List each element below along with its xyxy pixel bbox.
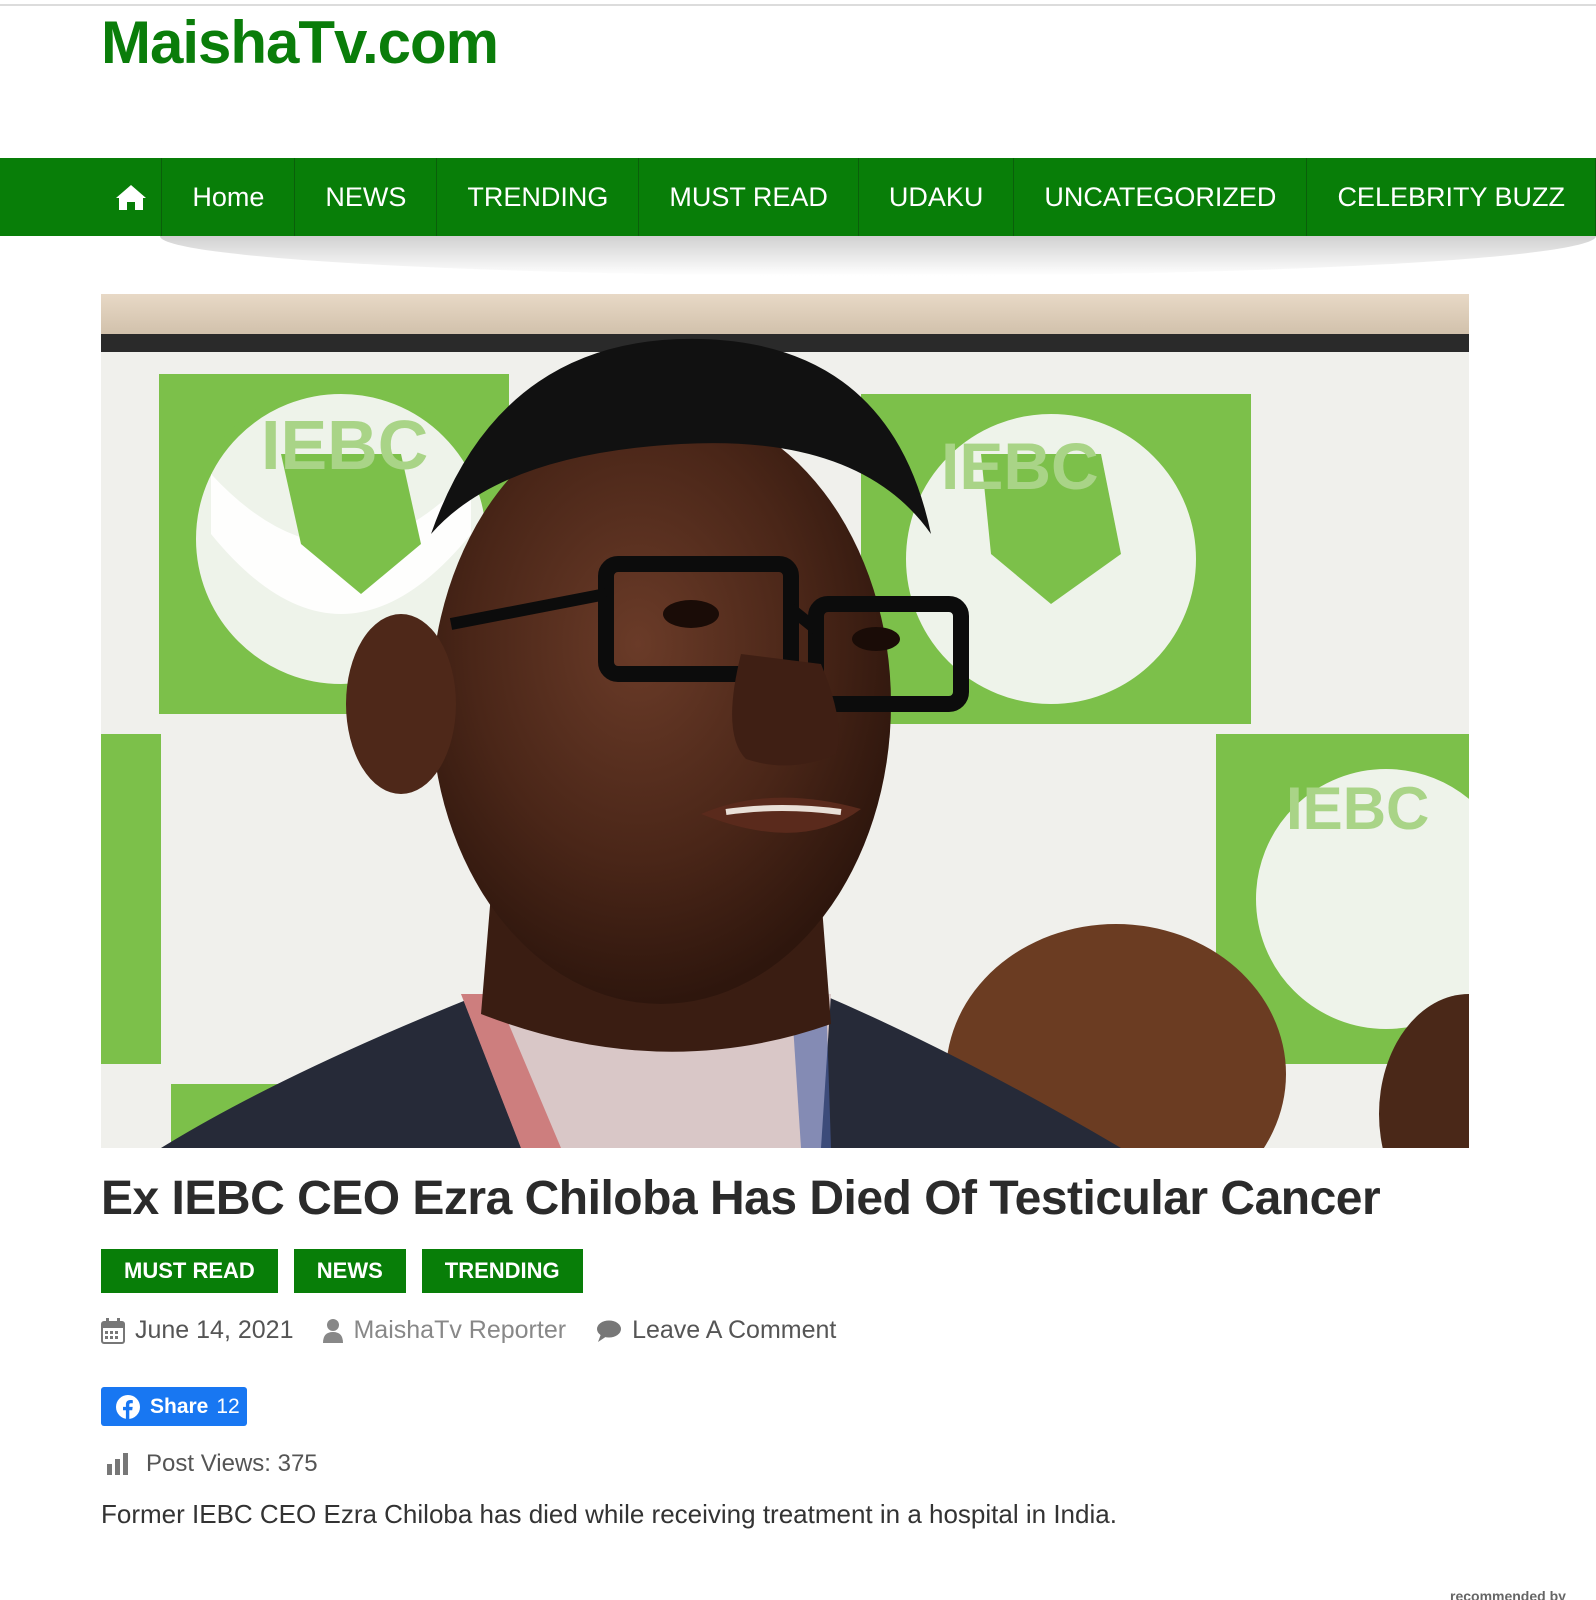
post-views: Post Views: 375 — [106, 1450, 318, 1478]
article-author-text: MaishaTv Reporter — [353, 1316, 567, 1344]
article-category-tags: MUST READ NEWS TRENDING — [101, 1249, 583, 1293]
site-logo-title[interactable]: MaishaTv.com — [101, 8, 499, 78]
portrait-photo: IEBC IEBC IEBC — [101, 294, 1469, 1148]
calendar-icon — [101, 1317, 125, 1344]
article-date[interactable]: June 14, 2021 — [101, 1316, 293, 1345]
comment-icon — [597, 1320, 622, 1342]
user-icon — [323, 1318, 344, 1343]
home-icon — [116, 185, 147, 210]
nav-item-trending[interactable]: TRENDING — [437, 158, 640, 236]
nav-item-uncategorized[interactable]: UNCATEGORIZED — [1014, 158, 1308, 236]
nav-item-news[interactable]: NEWS — [295, 158, 438, 236]
article-body-paragraph: Former IEBC CEO Ezra Chiloba has died wh… — [101, 1499, 1117, 1529]
svg-text:IEBC: IEBC — [941, 429, 1099, 503]
hero-logo-text: IEBC — [261, 406, 428, 484]
nav-home-icon-button[interactable] — [101, 158, 163, 236]
top-border — [0, 4, 1596, 6]
bar-chart-icon — [107, 1453, 128, 1475]
article-date-text: June 14, 2021 — [135, 1316, 294, 1344]
svg-text:IEBC: IEBC — [1286, 775, 1429, 842]
tag-trending[interactable]: TRENDING — [421, 1249, 583, 1293]
facebook-icon — [116, 1394, 140, 1419]
facebook-share-button[interactable]: Share 12 — [101, 1387, 247, 1426]
recommended-by-label[interactable]: recommended by — [1450, 1588, 1566, 1600]
article-meta: June 14, 2021 MaishaTv Reporter Leave A … — [101, 1316, 866, 1345]
nav-shadow — [160, 236, 1596, 276]
nav-item-home[interactable]: Home — [162, 158, 296, 236]
article-title: Ex IEBC CEO Ezra Chiloba Has Died Of Tes… — [101, 1172, 1381, 1225]
share-label: Share — [150, 1394, 209, 1418]
tag-news[interactable]: NEWS — [293, 1249, 406, 1293]
leave-comment-link[interactable]: Leave A Comment — [596, 1316, 836, 1345]
post-views-text: Post Views: 375 — [146, 1450, 318, 1477]
nav-item-must-read[interactable]: MUST READ — [639, 158, 859, 236]
leave-comment-text: Leave A Comment — [632, 1316, 837, 1344]
tag-must-read[interactable]: MUST READ — [101, 1249, 278, 1293]
nav-item-celebrity-buzz[interactable]: CELEBRITY BUZZ — [1307, 158, 1596, 236]
nav-item-udaku[interactable]: UDAKU — [859, 158, 1015, 236]
article-hero-image[interactable]: IEBC IEBC IEBC — [101, 294, 1469, 1148]
main-navigation: Home NEWS TRENDING MUST READ UDAKU UNCAT… — [0, 158, 1596, 236]
article-author[interactable]: MaishaTv Reporter — [323, 1316, 566, 1345]
share-count: 12 — [216, 1394, 240, 1418]
